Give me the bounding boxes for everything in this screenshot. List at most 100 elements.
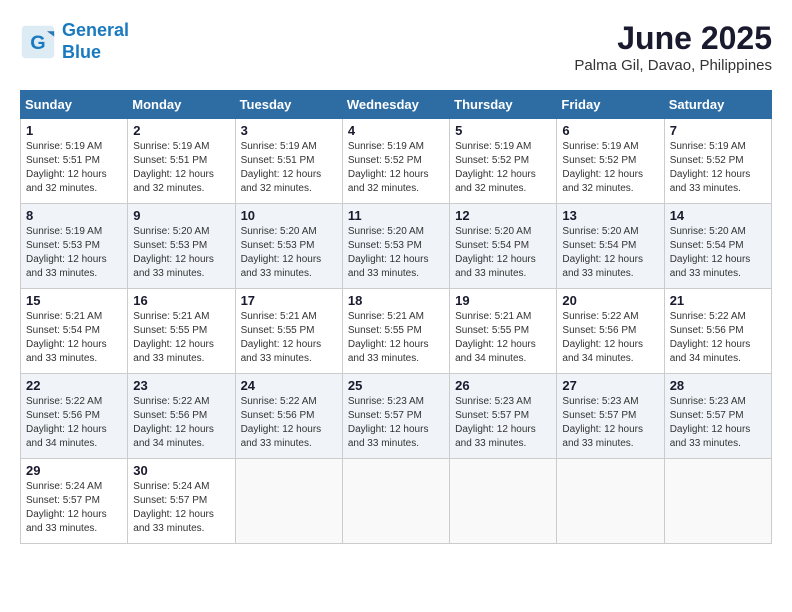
table-cell: 3 Sunrise: 5:19 AM Sunset: 5:51 PM Daylig…: [235, 119, 342, 204]
day-number: 12: [455, 208, 551, 223]
table-cell: 1 Sunrise: 5:19 AM Sunset: 5:51 PM Daylig…: [21, 119, 128, 204]
calendar-header-row: Sunday Monday Tuesday Wednesday Thursday…: [21, 91, 772, 119]
day-number: 7: [670, 123, 766, 138]
table-cell: 29 Sunrise: 5:24 AM Sunset: 5:57 PM Dayli…: [21, 459, 128, 544]
day-number: 5: [455, 123, 551, 138]
logo-icon: G: [20, 24, 56, 60]
table-cell: 11 Sunrise: 5:20 AM Sunset: 5:53 PM Dayli…: [342, 204, 449, 289]
table-cell: 20Sunrise: 5:22 AM Sunset: 5:56 PM Dayli…: [557, 289, 664, 374]
table-cell: 16Sunrise: 5:21 AM Sunset: 5:55 PM Dayli…: [128, 289, 235, 374]
table-cell: [342, 459, 449, 544]
table-cell: 17 Sunrise: 5:21 AM Sunset: 5:55 PM Dayli…: [235, 289, 342, 374]
day-number: 6: [562, 123, 658, 138]
calendar-table: Sunday Monday Tuesday Wednesday Thursday…: [20, 90, 772, 544]
table-cell: 22Sunrise: 5:22 AM Sunset: 5:56 PM Dayli…: [21, 374, 128, 459]
day-number: 19: [455, 293, 551, 308]
table-cell: 19 Sunrise: 5:21 AM Sunset: 5:55 PM Dayli…: [450, 289, 557, 374]
table-cell: [450, 459, 557, 544]
day-info: Sunrise: 5:22 AM Sunset: 5:56 PM Dayligh…: [26, 395, 122, 451]
header-monday: Monday: [128, 91, 235, 119]
calendar-row: 8 Sunrise: 5:19 AM Sunset: 5:53 PM Daylig…: [21, 204, 772, 289]
table-cell: 24 Sunrise: 5:22 AM Sunset: 5:56 PM Dayli…: [235, 374, 342, 459]
day-number: 26: [455, 378, 551, 393]
day-info: Sunrise: 5:19 AM Sunset: 5:51 PM Dayligh…: [241, 140, 337, 196]
day-number: 23: [133, 378, 229, 393]
table-cell: 21 Sunrise: 5:22 AM Sunset: 5:56 PM Dayli…: [664, 289, 771, 374]
day-info: Sunrise: 5:21 AM Sunset: 5:55 PM Dayligh…: [348, 310, 444, 366]
table-cell: 5Sunrise: 5:19 AM Sunset: 5:52 PM Daylig…: [450, 119, 557, 204]
day-number: 8: [26, 208, 122, 223]
day-info: Sunrise: 5:19 AM Sunset: 5:52 PM Dayligh…: [562, 140, 658, 196]
day-info: Sunrise: 5:21 AM Sunset: 5:54 PM Dayligh…: [26, 310, 122, 366]
table-cell: 10 Sunrise: 5:20 AM Sunset: 5:53 PM Dayli…: [235, 204, 342, 289]
table-cell: 13 Sunrise: 5:20 AM Sunset: 5:54 PM Dayli…: [557, 204, 664, 289]
day-number: 17: [241, 293, 337, 308]
day-info: Sunrise: 5:19 AM Sunset: 5:51 PM Dayligh…: [26, 140, 122, 196]
header-tuesday: Tuesday: [235, 91, 342, 119]
day-number: 25: [348, 378, 444, 393]
day-number: 4: [348, 123, 444, 138]
day-number: 24: [241, 378, 337, 393]
day-number: 1: [26, 123, 122, 138]
table-cell: 27Sunrise: 5:23 AM Sunset: 5:57 PM Dayli…: [557, 374, 664, 459]
month-title: June 2025: [574, 20, 772, 57]
day-number: 2: [133, 123, 229, 138]
day-number: 10: [241, 208, 337, 223]
day-number: 29: [26, 463, 122, 478]
day-info: Sunrise: 5:19 AM Sunset: 5:51 PM Dayligh…: [133, 140, 229, 196]
header-friday: Friday: [557, 91, 664, 119]
day-info: Sunrise: 5:19 AM Sunset: 5:52 PM Dayligh…: [348, 140, 444, 196]
day-info: Sunrise: 5:19 AM Sunset: 5:53 PM Dayligh…: [26, 225, 122, 281]
table-cell: 2 Sunrise: 5:19 AM Sunset: 5:51 PM Daylig…: [128, 119, 235, 204]
calendar-row: 1 Sunrise: 5:19 AM Sunset: 5:51 PM Daylig…: [21, 119, 772, 204]
table-cell: 23Sunrise: 5:22 AM Sunset: 5:56 PM Dayli…: [128, 374, 235, 459]
day-info: Sunrise: 5:23 AM Sunset: 5:57 PM Dayligh…: [670, 395, 766, 451]
day-info: Sunrise: 5:20 AM Sunset: 5:53 PM Dayligh…: [348, 225, 444, 281]
page-header: G General Blue June 2025 Palma Gil, Dava…: [20, 20, 772, 74]
table-cell: 6 Sunrise: 5:19 AM Sunset: 5:52 PM Daylig…: [557, 119, 664, 204]
day-info: Sunrise: 5:21 AM Sunset: 5:55 PM Dayligh…: [455, 310, 551, 366]
calendar-row: 15 Sunrise: 5:21 AM Sunset: 5:54 PM Dayli…: [21, 289, 772, 374]
table-cell: 9 Sunrise: 5:20 AM Sunset: 5:53 PM Daylig…: [128, 204, 235, 289]
day-number: 11: [348, 208, 444, 223]
logo: G General Blue: [20, 20, 129, 63]
table-cell: 15 Sunrise: 5:21 AM Sunset: 5:54 PM Dayli…: [21, 289, 128, 374]
table-cell: [664, 459, 771, 544]
day-info: Sunrise: 5:24 AM Sunset: 5:57 PM Dayligh…: [133, 480, 229, 536]
day-info: Sunrise: 5:22 AM Sunset: 5:56 PM Dayligh…: [241, 395, 337, 451]
logo-text: General Blue: [62, 20, 129, 63]
table-cell: 26 Sunrise: 5:23 AM Sunset: 5:57 PM Dayli…: [450, 374, 557, 459]
table-cell: 14 Sunrise: 5:20 AM Sunset: 5:54 PM Dayli…: [664, 204, 771, 289]
day-number: 14: [670, 208, 766, 223]
day-number: 21: [670, 293, 766, 308]
day-info: Sunrise: 5:22 AM Sunset: 5:56 PM Dayligh…: [562, 310, 658, 366]
table-cell: 28 Sunrise: 5:23 AM Sunset: 5:57 PM Dayli…: [664, 374, 771, 459]
day-info: Sunrise: 5:23 AM Sunset: 5:57 PM Dayligh…: [348, 395, 444, 451]
table-cell: 8 Sunrise: 5:19 AM Sunset: 5:53 PM Daylig…: [21, 204, 128, 289]
svg-text:G: G: [30, 32, 45, 54]
table-cell: 7Sunrise: 5:19 AM Sunset: 5:52 PM Daylig…: [664, 119, 771, 204]
day-number: 27: [562, 378, 658, 393]
day-info: Sunrise: 5:24 AM Sunset: 5:57 PM Dayligh…: [26, 480, 122, 536]
day-number: 15: [26, 293, 122, 308]
day-info: Sunrise: 5:23 AM Sunset: 5:57 PM Dayligh…: [455, 395, 551, 451]
day-info: Sunrise: 5:20 AM Sunset: 5:54 PM Dayligh…: [562, 225, 658, 281]
location-title: Palma Gil, Davao, Philippines: [574, 57, 772, 74]
table-cell: 30Sunrise: 5:24 AM Sunset: 5:57 PM Dayli…: [128, 459, 235, 544]
day-number: 16: [133, 293, 229, 308]
table-cell: 18 Sunrise: 5:21 AM Sunset: 5:55 PM Dayli…: [342, 289, 449, 374]
day-number: 18: [348, 293, 444, 308]
day-info: Sunrise: 5:22 AM Sunset: 5:56 PM Dayligh…: [670, 310, 766, 366]
day-number: 3: [241, 123, 337, 138]
day-info: Sunrise: 5:21 AM Sunset: 5:55 PM Dayligh…: [241, 310, 337, 366]
day-number: 9: [133, 208, 229, 223]
day-info: Sunrise: 5:20 AM Sunset: 5:53 PM Dayligh…: [241, 225, 337, 281]
header-thursday: Thursday: [450, 91, 557, 119]
day-info: Sunrise: 5:20 AM Sunset: 5:53 PM Dayligh…: [133, 225, 229, 281]
day-number: 28: [670, 378, 766, 393]
header-wednesday: Wednesday: [342, 91, 449, 119]
day-number: 13: [562, 208, 658, 223]
table-cell: 25 Sunrise: 5:23 AM Sunset: 5:57 PM Dayli…: [342, 374, 449, 459]
day-info: Sunrise: 5:20 AM Sunset: 5:54 PM Dayligh…: [670, 225, 766, 281]
table-cell: [557, 459, 664, 544]
